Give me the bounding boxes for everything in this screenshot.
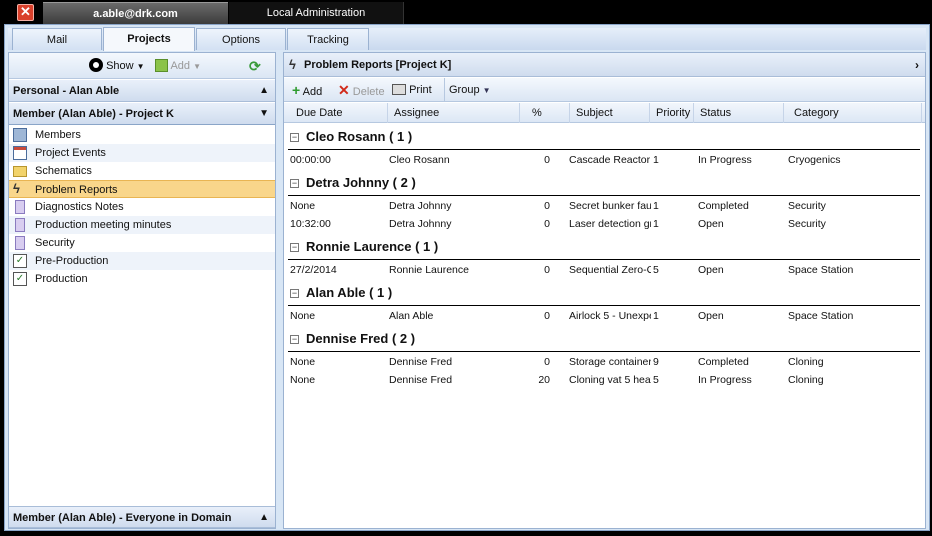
- calendar-icon: [13, 146, 27, 160]
- grid-toolbar: + Add ✕ Delete Print Group ▼: [284, 78, 925, 102]
- column-category[interactable]: Category: [784, 103, 922, 123]
- group-header[interactable]: − Cleo Rosann ( 1 ): [288, 124, 920, 150]
- column-assignee[interactable]: Assignee: [388, 103, 520, 123]
- add-report-button[interactable]: + Add: [292, 78, 322, 102]
- group-header[interactable]: − Ronnie Laurence ( 1 ): [288, 234, 920, 260]
- column-percent[interactable]: %: [520, 103, 570, 123]
- lightning-icon: ϟ: [13, 181, 20, 196]
- tab-projects[interactable]: Projects: [103, 27, 195, 51]
- local-administration-tab[interactable]: Local Administration: [229, 2, 404, 24]
- column-status[interactable]: Status: [694, 103, 784, 123]
- column-priority[interactable]: Priority: [650, 103, 694, 123]
- table-row[interactable]: 10:32:00 Detra Johnny 0 Laser detection …: [288, 215, 920, 233]
- printer-icon: [392, 83, 406, 95]
- chevron-up-icon: ▲: [259, 512, 269, 523]
- collapse-icon[interactable]: −: [290, 179, 299, 188]
- tree-item-security[interactable]: Security: [9, 234, 275, 252]
- add-item-icon: [155, 58, 168, 72]
- table-row[interactable]: None Alan Able 0 Airlock 5 - Unexpe 1 Op…: [288, 307, 920, 325]
- project-navigator: Show ▼ Add ▼ ⟳ Personal - Alan Able ▲ Me…: [8, 52, 276, 529]
- group-header[interactable]: − Alan Able ( 1 ): [288, 280, 920, 306]
- chevron-down-icon: ▼: [193, 62, 202, 71]
- table-row[interactable]: 27/2/2014 Ronnie Laurence 0 Sequential Z…: [288, 261, 920, 279]
- tab-mail[interactable]: Mail: [12, 28, 102, 50]
- delete-report-button[interactable]: ✕ Delete: [338, 78, 385, 102]
- delete-x-icon: ✕: [338, 82, 350, 98]
- tree-item-diagnostics-notes[interactable]: Diagnostics Notes: [9, 198, 275, 216]
- project-section-header[interactable]: Member (Alan Able) - Project K ▼: [9, 103, 275, 125]
- everyone-section-header[interactable]: Member (Alan Able) - Everyone in Domain …: [9, 506, 275, 528]
- notes-icon: [15, 218, 25, 232]
- add-button[interactable]: Add ▼: [155, 53, 201, 79]
- tree-item-problem-reports[interactable]: ϟ Problem Reports: [9, 180, 275, 198]
- column-subject[interactable]: Subject: [570, 103, 650, 123]
- personal-section-header[interactable]: Personal - Alan Able ▲: [9, 80, 275, 102]
- collapse-icon[interactable]: −: [290, 335, 299, 344]
- chevron-up-icon: ▲: [259, 85, 269, 96]
- table-row[interactable]: 00:00:00 Cleo Rosann 0 Cascade Reactor \…: [288, 151, 920, 169]
- chevron-right-icon[interactable]: ›: [915, 53, 919, 77]
- notes-icon: [15, 236, 25, 250]
- collapse-icon[interactable]: −: [290, 133, 299, 142]
- tree-item-members[interactable]: Members: [9, 126, 275, 144]
- table-row[interactable]: None Dennise Fred 20 Cloning vat 5 heat …: [288, 371, 920, 389]
- group-header[interactable]: − Dennise Fred ( 2 ): [288, 326, 920, 352]
- eye-icon: [89, 58, 103, 73]
- tree-item-production-meeting-minutes[interactable]: Production meeting minutes: [9, 216, 275, 234]
- tree-item-project-events[interactable]: Project Events: [9, 144, 275, 162]
- grid-header: Due Date Assignee % Subject Priority Sta…: [284, 103, 925, 123]
- chevron-down-icon: ▼: [259, 108, 269, 119]
- tree-item-production[interactable]: ✓ Production: [9, 270, 275, 288]
- table-row[interactable]: None Dennise Fred 0 Storage container 9 …: [288, 353, 920, 371]
- show-button[interactable]: Show ▼: [89, 53, 145, 79]
- folder-icon: [13, 166, 27, 177]
- print-button[interactable]: Print: [392, 78, 432, 102]
- notes-icon: [15, 200, 25, 214]
- refresh-icon[interactable]: ⟳: [249, 53, 261, 79]
- lightning-icon: ϟ: [289, 57, 296, 72]
- tree-item-schematics[interactable]: Schematics: [9, 162, 275, 180]
- tab-options[interactable]: Options: [196, 28, 286, 50]
- panel-title-bar: ϟ Problem Reports [Project K] ›: [284, 53, 925, 77]
- tab-tracking[interactable]: Tracking: [287, 28, 369, 50]
- left-toolbar: Show ▼ Add ▼ ⟳: [9, 53, 275, 79]
- collapse-icon[interactable]: −: [290, 289, 299, 298]
- main-tabs: Mail Projects Options Tracking: [8, 27, 926, 51]
- plus-icon: +: [292, 82, 301, 98]
- members-icon: [13, 128, 27, 142]
- panel-title: Problem Reports [Project K]: [304, 59, 452, 71]
- user-account-tab[interactable]: a.able@drk.com: [43, 2, 228, 24]
- chevron-down-icon: ▼: [482, 86, 491, 95]
- group-button[interactable]: Group ▼: [444, 78, 491, 102]
- chevron-down-icon: ▼: [136, 62, 145, 71]
- checklist-icon: ✓: [13, 254, 27, 268]
- close-icon[interactable]: ✕: [17, 4, 34, 21]
- problem-reports-panel: ϟ Problem Reports [Project K] › + Add ✕ …: [283, 52, 926, 529]
- group-header[interactable]: − Detra Johnny ( 2 ): [288, 170, 920, 196]
- checklist-icon: ✓: [13, 272, 27, 286]
- tree-item-pre-production[interactable]: ✓ Pre-Production: [9, 252, 275, 270]
- collapse-icon[interactable]: −: [290, 243, 299, 252]
- column-due-date[interactable]: Due Date: [284, 103, 388, 123]
- table-row[interactable]: None Detra Johnny 0 Secret bunker fau 1 …: [288, 197, 920, 215]
